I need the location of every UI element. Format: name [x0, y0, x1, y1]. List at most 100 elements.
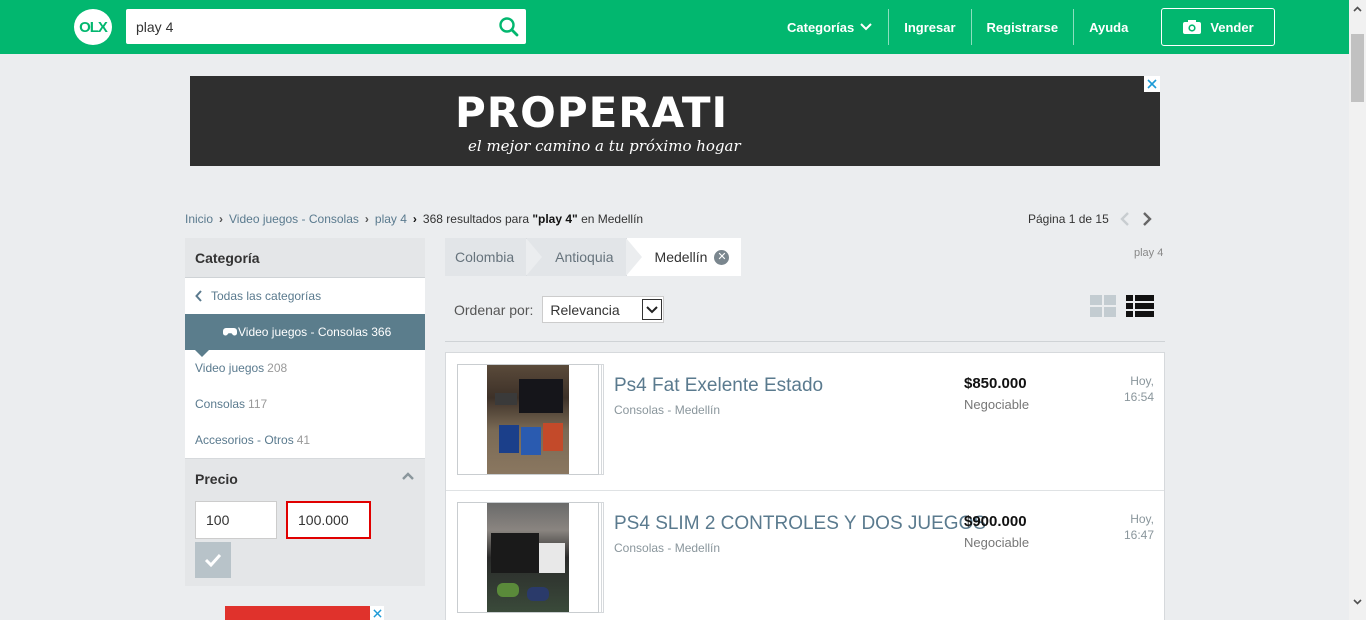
controller-shape [497, 583, 519, 597]
grid-view-icon[interactable] [1090, 295, 1117, 319]
sort-bar: Ordenar por: Relevancia [454, 296, 665, 323]
location-chip-antioquia[interactable]: Antioquia [526, 238, 627, 276]
breadcrumb-query[interactable]: play 4 [375, 212, 407, 226]
results-list: Ps4 Fat Exelente Estado Consolas - Medel… [445, 352, 1165, 620]
page-indicator: Página 1 de 15 [1028, 212, 1109, 226]
breadcrumb: Inicio › Video juegos - Consolas › play … [185, 212, 643, 226]
listing-date-time: 16:54 [1123, 390, 1154, 404]
camera-icon [1183, 20, 1202, 34]
main-nav: Categorías Ingresar Registrarse Ayuda [772, 0, 1143, 54]
search-input[interactable] [126, 9, 486, 44]
listing-negotiable: Negociable [964, 397, 1030, 412]
price-max-input[interactable] [286, 501, 371, 539]
active-category[interactable]: Video juegos - Consolas 366 [185, 314, 425, 357]
nav-registrarse[interactable]: Registrarse [972, 9, 1074, 45]
listing-negotiable: Negociable [964, 535, 1030, 550]
chevron-right-icon: › [219, 212, 224, 226]
category-count: 208 [267, 361, 288, 375]
search-box [126, 9, 526, 44]
scroll-up-icon[interactable] [1349, 0, 1366, 17]
pagination: Página 1 de 15 [1028, 212, 1153, 226]
category-heading: Categoría [185, 238, 425, 278]
olx-logo[interactable]: OLX [74, 9, 112, 45]
chevron-up-icon[interactable] [401, 471, 415, 481]
category-video-juegos[interactable]: Video juegos 208 [185, 350, 425, 386]
controller-shape [495, 393, 517, 405]
sort-label: Ordenar por: [454, 301, 534, 318]
vender-label: Vender [1210, 19, 1254, 35]
console-shape [491, 533, 539, 573]
nav-ingresar[interactable]: Ingresar [889, 9, 970, 45]
ps4-slim-photo [487, 503, 569, 612]
listing-price: $900.000 [964, 513, 1027, 530]
listing-title[interactable]: PS4 SLIM 2 CONTROLES Y DOS JUEGOS [614, 513, 986, 535]
remove-location-icon[interactable]: ✕ [714, 249, 730, 265]
chevron-left-icon [195, 290, 202, 302]
sidebar-ad[interactable] [225, 606, 384, 620]
listing-item[interactable]: Ps4 Fat Exelente Estado Consolas - Medel… [446, 353, 1164, 491]
controller-shape [527, 587, 549, 601]
chevron-right-icon: › [364, 212, 369, 226]
filter-sidebar: Categoría Todas las categorías Video jue… [185, 238, 425, 586]
active-category-label: Video juegos - Consolas [238, 325, 368, 339]
ps4-fat-photo [487, 365, 569, 474]
search-icon[interactable] [496, 14, 522, 40]
vender-button[interactable]: Vender [1161, 8, 1275, 46]
sort-select[interactable]: Relevancia [542, 296, 665, 323]
result-prefix: 368 resultados para [422, 212, 533, 226]
listing-location: Consolas - Medellín [614, 541, 721, 555]
category-consolas[interactable]: Consolas 117 [185, 386, 425, 422]
ad-close-icon[interactable] [370, 606, 384, 620]
apply-price-button[interactable] [195, 542, 231, 578]
result-suffix: en Medellín [577, 212, 644, 226]
game-box [543, 423, 563, 451]
location-filter: Colombia Antioquia Medellín ✕ [445, 238, 742, 276]
nav-ayuda[interactable]: Ayuda [1074, 9, 1143, 45]
price-min-input[interactable] [195, 501, 277, 539]
all-categories-link[interactable]: Todas las categorías [185, 278, 425, 314]
next-page-icon[interactable] [1141, 212, 1153, 226]
listing-thumbnail[interactable] [457, 364, 604, 475]
thumb-frame [457, 502, 599, 613]
active-category-count: 366 [371, 325, 392, 339]
listing-location: Consolas - Medellín [614, 403, 721, 417]
category-count: 41 [296, 433, 311, 447]
divider [445, 341, 1165, 342]
ad-banner[interactable]: PROPERATI el mejor camino a tu próximo h… [190, 76, 1160, 166]
banner-tagline: el mejor camino a tu próximo hogar [468, 137, 741, 155]
checkmark-icon [204, 553, 222, 567]
listing-date-time: 16:47 [1123, 528, 1154, 542]
game-box [521, 427, 541, 455]
category-label: Consolas [195, 397, 246, 411]
console-shape [519, 379, 563, 413]
prev-page-icon[interactable] [1119, 212, 1131, 226]
ad-close-icon[interactable] [1144, 76, 1160, 92]
location-chip-label: Medellín [654, 249, 708, 265]
location-chip-colombia[interactable]: Colombia [445, 238, 528, 276]
category-label: Video juegos [195, 361, 265, 375]
listing-date-day: Hoy, [1130, 374, 1154, 388]
category-label: Accesorios - Otros [195, 433, 294, 447]
query-tag[interactable]: play 4 [1134, 247, 1163, 259]
breadcrumb-inicio[interactable]: Inicio [185, 212, 213, 226]
chevron-down-icon [860, 23, 872, 31]
listing-date: Hoy, 16:47 [1124, 511, 1154, 543]
result-count: 368 resultados para "play 4" en Medellín [423, 212, 643, 226]
category-count: 117 [248, 397, 268, 411]
thumb-frame [457, 364, 599, 475]
listing-title[interactable]: Ps4 Fat Exelente Estado [614, 375, 823, 397]
list-view-icon[interactable] [1126, 295, 1154, 319]
result-query: "play 4" [532, 212, 578, 226]
listing-item[interactable]: PS4 SLIM 2 CONTROLES Y DOS JUEGOS Consol… [446, 491, 1164, 620]
listing-thumbnail[interactable] [457, 502, 604, 613]
scroll-down-icon[interactable] [1349, 593, 1366, 610]
nav-categorias-label: Categorías [787, 19, 855, 35]
scroll-thumb[interactable] [1351, 34, 1364, 102]
category-accesorios[interactable]: Accesorios - Otros 41 [185, 422, 425, 458]
location-chip-medellin[interactable]: Medellín ✕ [625, 238, 742, 276]
nav-categorias[interactable]: Categorías [772, 9, 888, 45]
dropdown-arrow-icon [642, 299, 663, 320]
breadcrumb-category[interactable]: Video juegos - Consolas [229, 212, 359, 226]
sort-value: Relevancia [550, 301, 620, 318]
page-scrollbar[interactable] [1349, 0, 1366, 620]
